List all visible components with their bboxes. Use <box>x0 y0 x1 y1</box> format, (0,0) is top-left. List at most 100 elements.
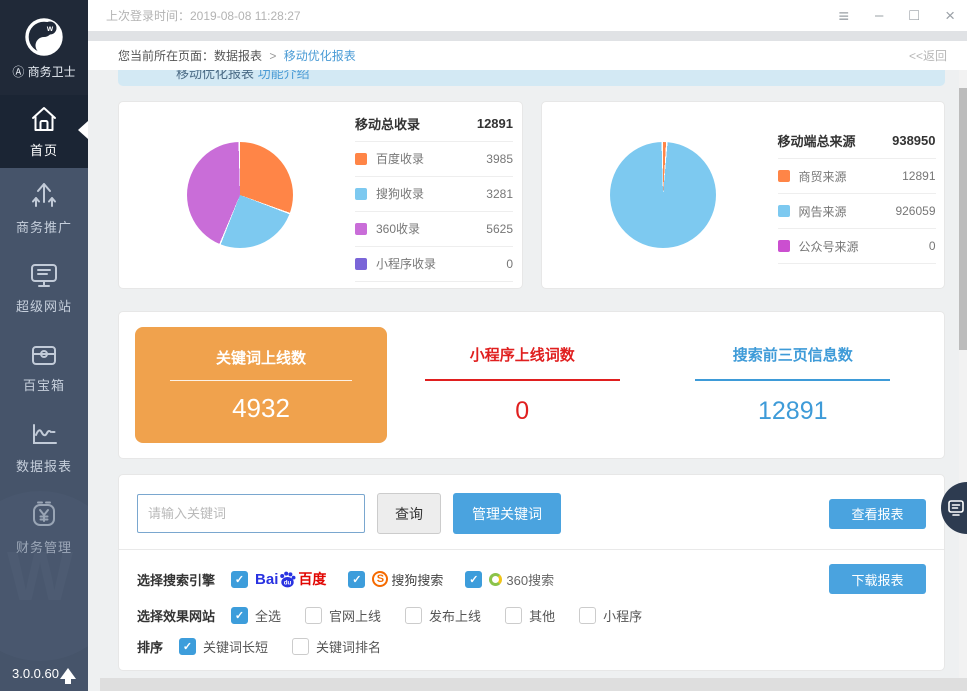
sogou-checkbox[interactable] <box>348 571 365 588</box>
inclusion-pie-chart <box>187 142 293 248</box>
promote-icon <box>29 180 59 210</box>
filter-divider <box>119 549 944 550</box>
site-option-all: 全选 <box>231 606 281 625</box>
query-button[interactable]: 查询 <box>377 493 441 534</box>
download-report-button[interactable]: 下载报表 <box>829 564 926 594</box>
stat-miniprogram-words[interactable]: 小程序上线词数 0 <box>387 344 658 426</box>
back-link[interactable]: <<返回 <box>909 47 947 64</box>
sidebar-item-super-website[interactable]: 超级网站 <box>0 248 88 328</box>
sidebar-item-toolbox[interactable]: 百宝箱 <box>0 328 88 408</box>
notification-banner: 移动优化报表 功能介绍 <box>118 70 945 86</box>
stat-top3-pages-info[interactable]: 搜索前三页信息数 12891 <box>658 344 929 426</box>
manage-keywords-button[interactable]: 管理关键词 <box>453 493 561 534</box>
engine-filter-label: 选择搜索引擎 <box>137 570 215 589</box>
sort-row: 排序 关键词长短 关键词排名 <box>137 637 926 656</box>
legend-row: 360收录 5625 <box>355 212 513 247</box>
breadcrumb-current-link[interactable]: 移动优化报表 <box>284 49 356 63</box>
search360-checkbox[interactable] <box>465 571 482 588</box>
sogou-logo-icon: S <box>372 571 388 587</box>
publish-checkbox[interactable] <box>405 607 422 624</box>
stat-keywords-online[interactable]: 关键词上线数 4932 <box>135 327 387 443</box>
last-login-text: 上次登录时间：2019-08-08 11:28:27 <box>106 7 301 24</box>
titlebar: 上次登录时间：2019-08-08 11:28:27 <box>88 0 967 31</box>
engine-option-baidu: Bai du 百度 <box>231 569 326 589</box>
select-all-checkbox[interactable] <box>231 607 248 624</box>
service-icon <box>946 498 966 518</box>
site-option-miniprogram: 小程序 <box>579 606 642 625</box>
charts-row: 移动总收录 12891 百度收录 3985 搜狗收录 3281 <box>118 101 945 289</box>
svg-text:w: w <box>46 24 54 33</box>
sort-option-rank: 关键词排名 <box>292 637 381 656</box>
source-pie-chart <box>610 142 716 248</box>
close-icon[interactable] <box>945 7 955 24</box>
titlebar-divider <box>88 31 967 41</box>
vertical-scrollbar-thumb[interactable] <box>959 88 967 350</box>
legend-swatch <box>355 223 367 235</box>
brand-watermark: W <box>0 491 88 661</box>
legend-swatch <box>355 188 367 200</box>
sidebar-item-promotion[interactable]: 商务推广 <box>0 168 88 248</box>
legend-total: 12891 <box>477 116 513 131</box>
baidu-checkbox[interactable] <box>231 571 248 588</box>
inclusion-chart-panel: 移动总收录 12891 百度收录 3985 搜狗收录 3281 <box>118 101 523 289</box>
minimize-icon[interactable] <box>875 8 883 23</box>
brand-mark: Ⓐ <box>12 65 24 79</box>
baidu-logo-icon: Bai du 百度 <box>255 569 326 589</box>
sidebar-item-label: 数据报表 <box>16 456 72 475</box>
legend-row: 搜狗收录 3281 <box>355 177 513 212</box>
app-version: 3.0.0.60 <box>12 666 59 681</box>
sidebar-item-home[interactable]: 首页 <box>0 95 88 168</box>
menu-icon[interactable] <box>839 7 850 25</box>
legend-swatch <box>355 153 367 165</box>
filter-panel: 查询 管理关键词 查看报表 选择搜索引擎 Bai <box>118 474 945 671</box>
legend-row: 百度收录 3985 <box>355 142 513 177</box>
other-checkbox[interactable] <box>505 607 522 624</box>
window-controls <box>839 7 957 25</box>
brand-block: w Ⓐ 商务卫士 <box>0 0 88 95</box>
breadcrumb-bar: 您当前所在页面：数据报表 > 移动优化报表 <<返回 <box>88 41 967 70</box>
view-report-button[interactable]: 查看报表 <box>829 499 926 529</box>
active-notch <box>78 121 88 139</box>
page-content: 移动优化报表 功能介绍 移动总收录 12891 百度收录 <box>88 70 967 691</box>
legend-row: 公众号来源 0 <box>778 229 936 264</box>
legend-swatch <box>778 170 790 182</box>
maximize-icon[interactable] <box>909 8 919 24</box>
legend-row: 商贸来源 12891 <box>778 159 936 194</box>
legend-title: 移动总收录 <box>355 114 420 133</box>
legend-title: 移动端总来源 <box>778 131 856 150</box>
legend-row: 网告来源 926059 <box>778 194 936 229</box>
app-window: w Ⓐ 商务卫士 首页 商务推广 <box>0 0 967 691</box>
sidebar: w Ⓐ 商务卫士 首页 商务推广 <box>0 0 88 691</box>
search360-logo-icon <box>489 573 502 586</box>
engine-filter-row: 选择搜索引擎 Bai du <box>137 564 926 594</box>
sidebar-item-label: 超级网站 <box>16 296 72 315</box>
notification-link[interactable]: 功能介绍 <box>258 70 310 81</box>
legend-total: 938950 <box>892 133 935 148</box>
update-arrow-icon[interactable] <box>60 668 76 679</box>
keyword-rank-checkbox[interactable] <box>292 638 309 655</box>
site-option-other: 其他 <box>505 606 555 625</box>
legend-row: 小程序收录 0 <box>355 247 513 282</box>
official-site-checkbox[interactable] <box>305 607 322 624</box>
baidu-paw-icon: du <box>278 571 297 588</box>
main-area: 上次登录时间：2019-08-08 11:28:27 您当前所在页面：数据报表 … <box>88 0 967 691</box>
inclusion-legend: 移动总收录 12891 百度收录 3985 搜狗收录 3281 <box>355 109 513 282</box>
source-chart-panel: 移动端总来源 938950 商贸来源 12891 网告来源 926059 <box>541 101 946 289</box>
sort-option-length: 关键词长短 <box>179 637 268 656</box>
brand-logo-icon: w <box>22 15 66 59</box>
sidebar-item-data-report[interactable]: 数据报表 <box>0 408 88 488</box>
legend-swatch <box>778 240 790 252</box>
miniprogram-checkbox[interactable] <box>579 607 596 624</box>
sidebar-item-label: 商务推广 <box>16 217 72 236</box>
report-icon <box>29 422 59 449</box>
vertical-scrollbar[interactable] <box>959 70 967 678</box>
site-filter-row: 选择效果网站 全选 官网上线 发布上线 其他 <box>137 606 926 625</box>
keyword-search-input[interactable] <box>137 494 365 533</box>
stats-panel: 关键词上线数 4932 小程序上线词数 0 搜索前三页信息数 12891 <box>118 311 945 459</box>
site-option-official: 官网上线 <box>305 606 381 625</box>
legend-swatch <box>778 205 790 217</box>
keyword-length-checkbox[interactable] <box>179 638 196 655</box>
site-option-publish: 发布上线 <box>405 606 481 625</box>
sidebar-item-label: 百宝箱 <box>23 375 65 394</box>
horizontal-scrollbar[interactable] <box>100 678 967 691</box>
